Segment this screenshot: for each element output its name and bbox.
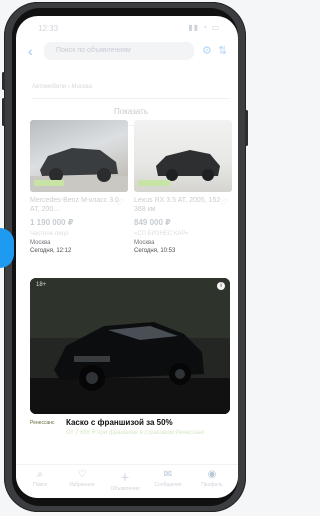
promo-car-image	[30, 278, 230, 414]
listing-price: 849 000 ₽	[134, 218, 171, 227]
tab-label: Профиль	[201, 482, 223, 488]
tab-label: Поиск	[33, 482, 47, 488]
listing-date: Сегодня, 12:12	[30, 248, 72, 254]
breadcrumb[interactable]: Автомобили › Москва	[32, 84, 92, 90]
filter-icon[interactable]: ⚙	[202, 44, 212, 57]
car-image	[30, 148, 128, 192]
favorite-heart-icon[interactable]: ♡	[220, 198, 227, 207]
volume-button-bottom	[2, 98, 5, 126]
listing-city: Москва	[30, 240, 51, 246]
search-icon: ⌕	[37, 469, 43, 480]
tab-favorites[interactable]: ♡ Избранное	[64, 469, 100, 488]
listing-title[interactable]: Lexus RX 3.5 AT, 2005, 152 368 км	[134, 196, 232, 214]
favorite-heart-icon[interactable]: ♡	[116, 198, 123, 207]
tab-label: Сообщения	[154, 482, 182, 488]
app-screen: 12:33 ▮▮ ◔ ▭ ‹ Поиск по объявлениям ⚙ ⇅ …	[16, 16, 238, 498]
listing-date: Сегодня, 10:53	[134, 248, 176, 254]
tab-profile[interactable]: ◉ Профиль	[194, 469, 230, 488]
promo-text-block[interactable]: Ренессанс Каско с франшизой за 50% От 7 …	[30, 416, 230, 456]
age-rating-badge: 18+	[36, 282, 47, 288]
search-input[interactable]: Поиск по объявлениям	[44, 42, 194, 60]
tab-ads[interactable]: ＋ Объявления	[107, 469, 143, 492]
search-bar: ‹ Поиск по объявлениям ⚙ ⇅	[26, 42, 228, 62]
status-bar: 12:33 ▮▮ ◔ ▭	[16, 16, 238, 38]
listing-photo[interactable]	[134, 120, 232, 192]
listing-photo[interactable]	[30, 120, 128, 192]
bottom-tab-bar: ⌕ Поиск ♡ Избранное ＋ Объявления ✉ Сообщ…	[16, 464, 238, 498]
listing-card[interactable]: Lexus RX 3.5 AT, 2005, 152 368 км 849 00…	[134, 120, 232, 254]
heart-icon: ♡	[77, 469, 87, 480]
listing-seller: Частное лицо	[30, 231, 69, 237]
tab-label: Объявления	[110, 486, 140, 492]
promo-banner[interactable]: 18+ i	[30, 278, 230, 414]
sort-icon[interactable]: ⇅	[218, 44, 227, 57]
tab-label: Избранное	[69, 482, 95, 488]
plus-icon: ＋	[120, 473, 130, 484]
listing-price: 1 190 000 ₽	[30, 218, 74, 227]
status-time: 12:33	[38, 24, 59, 33]
back-arrow-icon[interactable]: ‹	[28, 44, 33, 58]
message-icon: ✉	[163, 469, 173, 480]
listing-card[interactable]: Mercedes-Benz M-класс 3.0 AT, 200... 1 1…	[30, 120, 128, 254]
car-image	[138, 150, 220, 186]
profile-icon: ◉	[207, 469, 217, 480]
promo-subtitle: От 7 666 ₽ при франшизе в страховом Рене…	[66, 430, 205, 436]
listing-seller: «СП БИЗНЕС КАР»	[134, 231, 189, 237]
tab-messages[interactable]: ✉ Сообщения	[150, 469, 186, 488]
volume-button-top	[2, 72, 5, 90]
listing-title[interactable]: Mercedes-Benz M-класс 3.0 AT, 200...	[30, 196, 128, 214]
status-icons: ▮▮ ◔ ▭	[188, 23, 220, 32]
promo-headline[interactable]: Каско с франшизой за 50%	[66, 418, 173, 427]
info-icon[interactable]: i	[217, 282, 225, 290]
listing-city: Москва	[134, 240, 155, 246]
brand-logo: Ренессанс	[30, 420, 55, 426]
power-button	[245, 110, 248, 146]
tab-search[interactable]: ⌕ Поиск	[22, 469, 58, 488]
